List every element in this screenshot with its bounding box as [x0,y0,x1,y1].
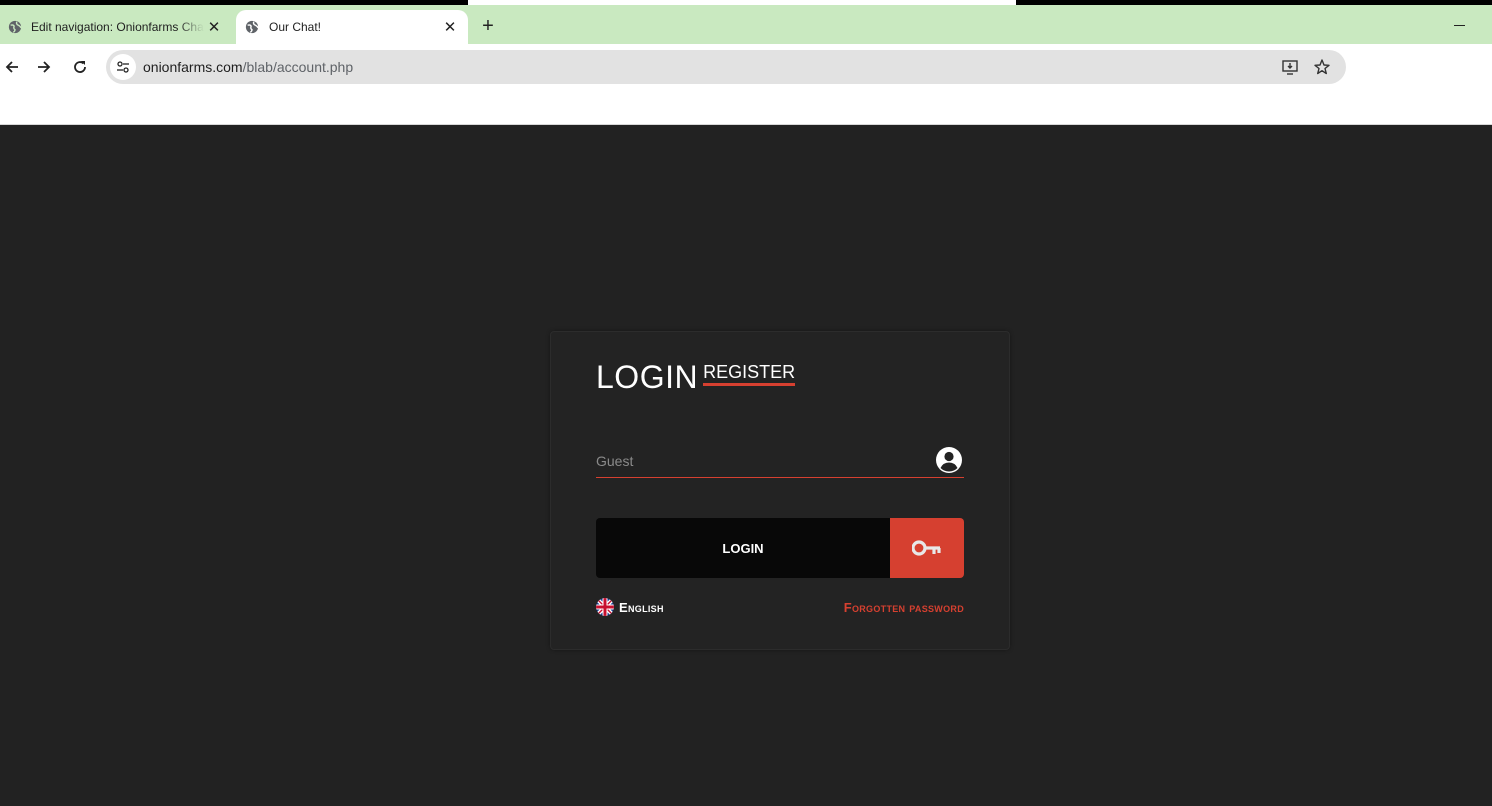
login-button-label: LOGIN [596,518,890,578]
tune-icon [117,61,129,73]
browser-toolbar: onionfarms.com/blab/account.php [0,44,1492,125]
globe-icon [245,20,259,34]
forgot-password-link[interactable]: Forgotten password [844,600,964,615]
register-tab-link[interactable]: REGISTER [703,362,796,386]
new-tab-button[interactable]: + [476,14,500,38]
user-circle-icon [936,447,962,473]
uk-flag-icon [596,598,614,616]
back-button[interactable] [0,55,24,79]
bookmark-button[interactable] [1312,57,1332,77]
star-icon [1314,59,1330,75]
login-footer: English Forgotten password [596,598,964,616]
tab-title: Edit navigation: Onionfarms Chat [31,20,204,34]
site-info-button[interactable] [110,54,136,80]
install-app-button[interactable] [1280,57,1300,77]
url-path: /blab/account.php [242,59,354,75]
forward-button[interactable] [32,55,56,79]
install-app-icon [1282,60,1298,75]
login-button[interactable]: LOGIN [596,518,964,578]
close-icon[interactable]: ✕ [440,17,460,37]
browser-tab-bar: Edit navigation: Onionfarms Chat ✕ Our C… [0,5,1492,44]
close-icon[interactable]: ✕ [204,17,224,37]
language-selector[interactable]: English [596,598,664,616]
login-card: LOGIN REGISTER LOGIN [550,331,1010,650]
browser-tab-our-chat[interactable]: Our Chat! ✕ [236,10,468,44]
globe-icon [8,20,22,34]
username-field [596,444,964,478]
language-label: English [619,599,664,615]
key-icon [912,540,941,556]
key-icon-box [890,518,964,578]
username-input[interactable] [596,444,926,474]
login-title: LOGIN [596,359,699,395]
browser-tab-edit-navigation[interactable]: Edit navigation: Onionfarms Chat ✕ [0,10,232,44]
auth-tabs: LOGIN REGISTER [596,359,796,395]
address-bar[interactable]: onionfarms.com/blab/account.php [106,50,1346,84]
minimize-window-button[interactable] [1446,13,1472,37]
arrow-right-icon [38,61,51,73]
minimize-icon [1453,24,1465,26]
url-text: onionfarms.com/blab/account.php [143,59,353,75]
url-host: onionfarms.com [143,59,243,75]
reload-icon [74,61,86,73]
arrow-left-icon [5,61,18,73]
reload-button[interactable] [68,55,92,79]
tab-title: Our Chat! [269,20,322,34]
